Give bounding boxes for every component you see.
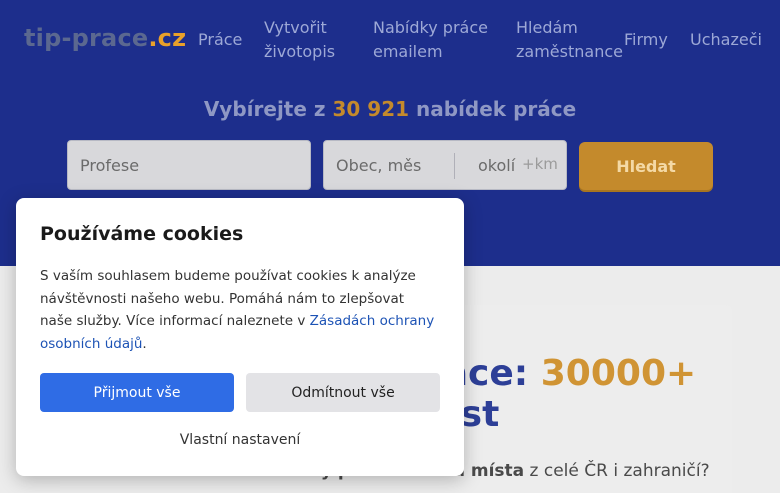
subline-end: z celé ČR i zahraničí?	[529, 461, 710, 481]
nav-label: Práce	[198, 30, 243, 49]
custom-settings-button[interactable]: Vlastní nastavení	[40, 432, 440, 448]
nav-item-firmy[interactable]: Firmy	[624, 28, 668, 52]
reject-all-button[interactable]: Odmítnout vše	[246, 373, 440, 412]
nav-label: Hledám	[516, 18, 578, 37]
radius-unit: +km	[522, 155, 558, 173]
cookie-consent-dialog: Používáme cookies S vaším souhlasem bude…	[16, 198, 464, 476]
radius-input[interactable]	[478, 141, 518, 189]
accept-all-button[interactable]: Přijmout vše	[40, 373, 234, 412]
logo-tld: .cz	[148, 24, 187, 52]
field-divider	[454, 153, 455, 179]
nav-item-vytvorit-zivotopis[interactable]: Vytvořit životopis	[264, 16, 335, 64]
nav-item-hledam-zamestnance[interactable]: Hledám zaměstnance	[516, 16, 623, 64]
cookie-text: S vaším souhlasem budeme používat cookie…	[40, 265, 440, 356]
cookie-title: Používáme cookies	[40, 223, 244, 245]
location-field: +km	[323, 140, 567, 190]
nav-item-nabidky-emailem[interactable]: Nabídky práce emailem	[373, 16, 488, 64]
logo-main: tip-prace	[24, 24, 149, 52]
offer-count: 30 921	[332, 97, 410, 121]
nav-label: Nabídky práce	[373, 18, 488, 37]
nav-label: Uchazeči	[690, 30, 762, 49]
search-button[interactable]: Hledat	[579, 142, 713, 190]
profession-field	[67, 140, 311, 190]
cookie-text-end: .	[142, 336, 147, 353]
headline-post: nabídek práce	[416, 97, 577, 121]
nav-label: životopis	[264, 42, 336, 61]
nav-label: emailem	[373, 42, 443, 61]
nav-label: Firmy	[624, 30, 668, 49]
headline-pre: Vybírejte z	[203, 97, 326, 121]
city-input[interactable]	[336, 141, 448, 189]
nav-item-prace[interactable]: Práce	[198, 28, 242, 52]
nav-label: Vytvořit	[264, 18, 327, 37]
nav-label: zaměstnance	[516, 42, 623, 61]
page-title: ráce: 30000+	[426, 352, 696, 396]
site-logo[interactable]: tip-prace.cz	[24, 24, 186, 52]
nav-item-uchazeci[interactable]: Uchazeči	[690, 28, 762, 52]
profession-input[interactable]	[80, 141, 300, 189]
page-title-count: 30000+	[540, 353, 697, 394]
search-headline: Vybírejte z 30 921 nabídek práce	[0, 97, 780, 121]
